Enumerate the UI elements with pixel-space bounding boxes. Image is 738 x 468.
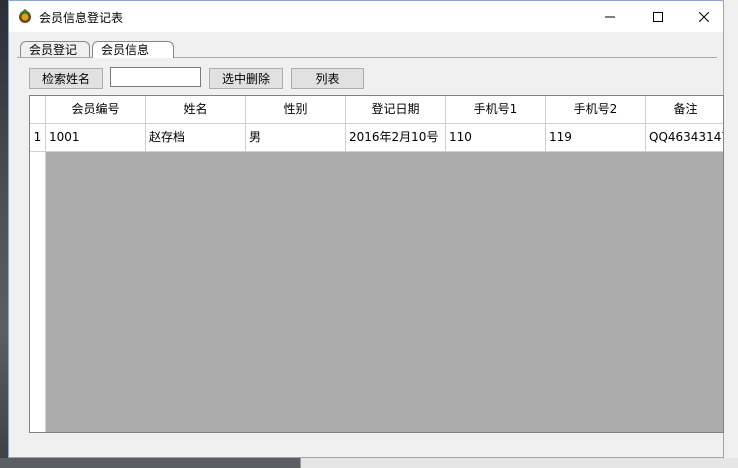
desktop-background-right bbox=[724, 0, 738, 468]
desktop-background-bottom bbox=[0, 458, 738, 468]
table-cell[interactable]: 男 bbox=[246, 124, 346, 152]
column-header[interactable]: 会员编号 bbox=[46, 96, 146, 124]
tab-member-info[interactable]: 会员信息 bbox=[92, 41, 174, 58]
table-cell[interactable]: 赵存档 bbox=[146, 124, 246, 152]
row-header-column-fill bbox=[30, 152, 46, 432]
table-cell[interactable]: 2016年2月10号 bbox=[346, 124, 446, 152]
column-header[interactable]: 手机号1 bbox=[446, 96, 546, 124]
title-bar: 会员信息登记表 bbox=[9, 1, 723, 32]
column-header[interactable]: 姓名 bbox=[146, 96, 246, 124]
search-input[interactable] bbox=[110, 67, 201, 87]
maximize-button[interactable] bbox=[635, 1, 681, 32]
delete-selected-button[interactable]: 选中删除 bbox=[209, 68, 283, 89]
search-name-button[interactable]: 检索姓名 bbox=[29, 68, 103, 89]
column-header[interactable]: 登记日期 bbox=[346, 96, 446, 124]
app-icon bbox=[17, 8, 33, 24]
column-header[interactable]: 性别 bbox=[246, 96, 346, 124]
close-icon bbox=[699, 11, 709, 22]
row-header-strip bbox=[30, 152, 46, 432]
table-row[interactable]: 1 1001 赵存档 男 2016年2月10号 110 119 QQ463431… bbox=[30, 124, 723, 152]
table-cell[interactable]: 1001 bbox=[46, 124, 146, 152]
window-title: 会员信息登记表 bbox=[39, 11, 124, 25]
column-header[interactable]: 备注 bbox=[646, 96, 723, 124]
table-header-row: 会员编号 姓名 性别 登记日期 手机号1 手机号2 备注 bbox=[30, 96, 723, 124]
list-button[interactable]: 列表 bbox=[291, 68, 364, 89]
desktop-background-left bbox=[0, 0, 8, 468]
row-header-corner bbox=[30, 96, 46, 124]
row-number[interactable]: 1 bbox=[30, 124, 46, 152]
column-header[interactable]: 手机号2 bbox=[546, 96, 646, 124]
minimize-button[interactable] bbox=[587, 1, 633, 32]
table-cell[interactable]: 110 bbox=[446, 124, 546, 152]
main-window: 会员信息登记表 会员登记 会员信息 检索姓名 选中删除 列表 会员编号 姓名 性… bbox=[8, 0, 724, 458]
background-window bbox=[300, 458, 738, 468]
tab-member-register[interactable]: 会员登记 bbox=[20, 41, 90, 57]
minimize-icon bbox=[605, 16, 615, 17]
close-button[interactable] bbox=[681, 1, 727, 32]
table-cell[interactable]: 119 bbox=[546, 124, 646, 152]
table-cell[interactable]: QQ46343147 bbox=[646, 124, 723, 152]
member-table[interactable]: 会员编号 姓名 性别 登记日期 手机号1 手机号2 备注 1 1001 赵存档 … bbox=[29, 95, 724, 433]
maximize-icon bbox=[653, 11, 663, 22]
